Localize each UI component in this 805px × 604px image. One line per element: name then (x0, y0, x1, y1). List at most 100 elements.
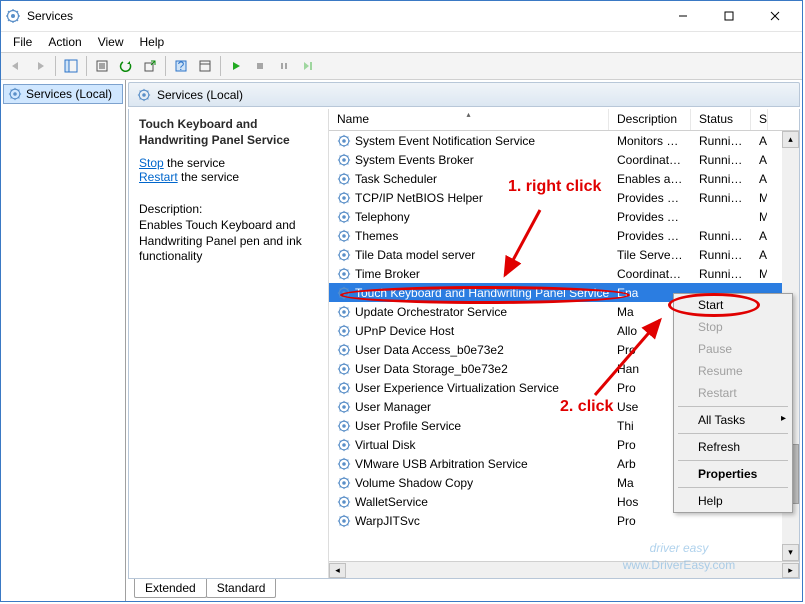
service-name: VMware USB Arbitration Service (355, 457, 528, 471)
service-row[interactable]: ThemesProvides us...RunningA (329, 226, 799, 245)
menu-file[interactable]: File (5, 33, 40, 51)
service-row[interactable]: System Events BrokerCoordinates...Runnin… (329, 150, 799, 169)
service-status: Running (691, 228, 751, 244)
view-tabs: Extended Standard (128, 579, 800, 601)
service-status: Running (691, 152, 751, 168)
chevron-right-icon: ▸ (781, 413, 786, 424)
info-pane: Touch Keyboard and Handwriting Panel Ser… (129, 109, 329, 578)
description-text: Enables Touch Keyboard and Handwriting P… (139, 218, 318, 265)
service-desc: Coordinates... (609, 152, 691, 168)
service-icon (337, 229, 351, 243)
service-name: System Event Notification Service (355, 134, 535, 148)
service-name: User Profile Service (355, 419, 461, 433)
column-startup-type[interactable]: S (751, 109, 768, 130)
service-icon (337, 419, 351, 433)
service-stype: A (751, 247, 767, 263)
minimize-button[interactable] (660, 1, 706, 31)
info-service-title: Touch Keyboard and Handwriting Panel Ser… (139, 117, 318, 148)
service-row[interactable]: TCP/IP NetBIOS HelperProvides su...Runni… (329, 188, 799, 207)
restart-service-button[interactable] (297, 55, 319, 77)
service-name: Telephony (355, 210, 410, 224)
service-status (691, 216, 751, 218)
tab-standard[interactable]: Standard (206, 579, 277, 598)
export-button[interactable] (139, 55, 161, 77)
service-row[interactable]: Tile Data model server Tile Server f...Ru… (329, 245, 799, 264)
service-icon (337, 324, 351, 338)
service-name: WarpJITSvc (355, 514, 420, 528)
menu-help[interactable]: Help (132, 33, 173, 51)
restart-service-link[interactable]: Restart (139, 170, 178, 184)
ctx-start[interactable]: Start (674, 294, 792, 316)
stop-service-link[interactable]: Stop (139, 156, 164, 170)
forward-button[interactable] (29, 55, 51, 77)
horizontal-scrollbar[interactable]: ◂ ▸ (329, 561, 799, 578)
tree-root-label: Services (Local) (26, 87, 112, 101)
ctx-help[interactable]: Help (674, 490, 792, 512)
start-service-button[interactable] (225, 55, 247, 77)
service-desc: Tile Server f... (609, 247, 691, 263)
pause-service-button[interactable] (273, 55, 295, 77)
ctx-all-tasks[interactable]: All Tasks▸ (674, 409, 792, 431)
service-name: Volume Shadow Copy (355, 476, 473, 490)
ctx-stop[interactable]: Stop (674, 316, 792, 338)
service-desc: Enables a us... (609, 171, 691, 187)
export-list-button[interactable] (91, 55, 113, 77)
tab-extended[interactable]: Extended (134, 579, 207, 598)
service-icon (337, 343, 351, 357)
sort-indicator-icon: ▴ (466, 110, 470, 119)
context-menu: Start Stop Pause Resume Restart All Task… (673, 293, 793, 513)
service-status: Running (691, 190, 751, 206)
ctx-restart[interactable]: Restart (674, 382, 792, 404)
back-button[interactable] (5, 55, 27, 77)
ctx-resume[interactable]: Resume (674, 360, 792, 382)
service-desc: Coordinates... (609, 266, 691, 282)
service-icon (337, 210, 351, 224)
service-row[interactable]: System Event Notification ServiceMonitor… (329, 131, 799, 150)
menu-view[interactable]: View (90, 33, 132, 51)
scroll-up-button[interactable]: ▴ (782, 131, 799, 148)
service-desc: Provides Tel... (609, 209, 691, 225)
service-status: Running (691, 266, 751, 282)
service-name: WalletService (355, 495, 428, 509)
service-name: Time Broker (355, 267, 420, 281)
service-row[interactable]: Task SchedulerEnables a us...RunningA (329, 169, 799, 188)
column-status[interactable]: Status (691, 109, 751, 130)
service-stype: M (751, 209, 767, 225)
ctx-pause[interactable]: Pause (674, 338, 792, 360)
pane-header: Services (Local) (128, 82, 800, 107)
service-status: Running (691, 247, 751, 263)
ctx-properties[interactable]: Properties (674, 463, 792, 485)
service-name: User Data Storage_b0e73e2 (355, 362, 508, 376)
service-row[interactable]: Time BrokerCoordinates...RunningM (329, 264, 799, 283)
tree-root-item[interactable]: Services (Local) (3, 84, 123, 104)
scroll-down-button[interactable]: ▾ (782, 544, 799, 561)
column-name[interactable]: Name▴ (329, 109, 609, 130)
service-desc: Provides us... (609, 228, 691, 244)
list-header: Name▴ Description Status S (329, 109, 799, 131)
close-button[interactable] (752, 1, 798, 31)
show-hide-tree-button[interactable] (60, 55, 82, 77)
menu-action[interactable]: Action (40, 33, 89, 51)
service-name: User Data Access_b0e73e2 (355, 343, 504, 357)
service-name: Tile Data model server (355, 248, 475, 262)
properties-button[interactable] (194, 55, 216, 77)
stop-service-button[interactable] (249, 55, 271, 77)
service-icon (337, 362, 351, 376)
refresh-button[interactable] (115, 55, 137, 77)
scroll-left-button[interactable]: ◂ (329, 563, 346, 578)
service-row[interactable]: Telephony Provides Tel... M (329, 207, 799, 226)
service-status: Running (691, 171, 751, 187)
svg-text:?: ? (178, 59, 185, 73)
service-icon (337, 134, 351, 148)
scroll-right-button[interactable]: ▸ (782, 563, 799, 578)
service-name: Virtual Disk (355, 438, 415, 452)
maximize-button[interactable] (706, 1, 752, 31)
service-stype: A (751, 171, 767, 187)
service-icon (337, 267, 351, 281)
column-description[interactable]: Description (609, 109, 691, 130)
services-icon (8, 87, 22, 101)
ctx-refresh[interactable]: Refresh (674, 436, 792, 458)
service-icon (337, 153, 351, 167)
help-button[interactable]: ? (170, 55, 192, 77)
service-row[interactable]: WarpJITSvcPro (329, 511, 799, 530)
